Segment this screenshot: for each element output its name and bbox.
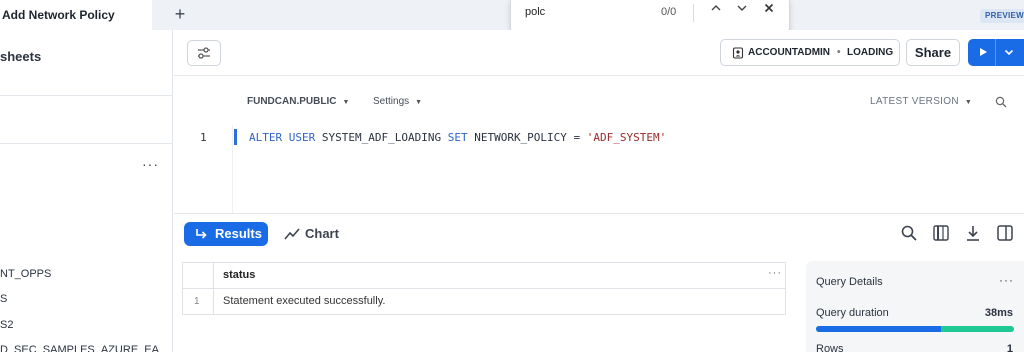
sidebar-section-title[interactable]: sheets <box>0 49 41 64</box>
tab-label: Add Network Policy <box>2 8 115 22</box>
chevron-up-icon <box>711 5 721 11</box>
context-label: FUNDCAN.PUBLIC <box>247 96 337 107</box>
gutter-divider <box>232 125 233 213</box>
return-arrow-icon <box>196 229 207 239</box>
columns-icon[interactable] <box>932 224 950 242</box>
user-badge-icon <box>732 47 744 59</box>
row-number: 1 <box>194 296 200 307</box>
close-find-button[interactable] <box>760 2 778 20</box>
results-toolbar: Results Chart <box>174 213 1024 252</box>
query-details-title: Query Details <box>816 276 883 288</box>
query-duration-value: 38ms <box>984 307 1013 319</box>
run-split-divider <box>995 39 996 66</box>
split-panel-icon[interactable] <box>996 224 1014 242</box>
code-line[interactable]: ALTER USER SYSTEM_ADF_LOADING SET NETWOR… <box>249 131 666 144</box>
sidebar-item[interactable]: S2 <box>0 319 13 331</box>
row-number-divider <box>213 263 214 314</box>
new-tab-button[interactable]: + <box>170 4 190 24</box>
active-line-marker <box>234 129 237 145</box>
separator-dot: • <box>837 47 841 58</box>
tab-add-network-policy[interactable]: Add Network Policy <box>0 0 152 30</box>
chevron-down-icon <box>1004 49 1014 56</box>
warehouse-label: LOADING <box>847 47 894 58</box>
play-icon <box>980 48 987 56</box>
tab-results[interactable]: Results <box>184 222 268 246</box>
query-duration-bar-fill <box>816 326 941 332</box>
code-keyword: SET <box>447 131 468 144</box>
version-selector[interactable]: LATEST VERSION ▼ <box>870 96 972 107</box>
version-label: LATEST VERSION <box>870 96 959 107</box>
find-match-count: 0/0 <box>661 6 677 18</box>
code-string: 'ADF_SYSTEM' <box>586 131 667 144</box>
code-keyword: ALTER USER <box>249 131 316 144</box>
sidebar-item[interactable]: S <box>0 293 7 305</box>
rows-value: 1 <box>1006 343 1013 352</box>
role-label: ACCOUNTADMIN <box>748 47 831 58</box>
query-details-more-button[interactable]: ··· <box>999 273 1014 287</box>
sidebar-divider <box>0 95 173 96</box>
chart-tab-label: Chart <box>305 226 339 241</box>
chevron-down-icon <box>737 5 747 11</box>
find-box: polc 0/0 <box>510 0 790 32</box>
find-input[interactable]: polc <box>525 6 545 18</box>
share-button[interactable]: Share <box>906 39 960 66</box>
sidebar: sheets ··· NT_OPPS S S2 D_SEC_SAMPLES_AZ… <box>0 30 173 352</box>
caret-down-icon: ▼ <box>415 99 423 106</box>
settings-selector[interactable]: Settings ▼ <box>373 96 422 107</box>
search-icon[interactable] <box>995 96 1007 108</box>
previous-match-button[interactable] <box>707 2 725 20</box>
caret-down-icon: ▼ <box>964 99 973 106</box>
role-warehouse-selector[interactable]: ACCOUNTADMIN • LOADING <box>720 39 900 66</box>
code-identifier: SYSTEM_ADF_LOADING <box>321 131 442 144</box>
query-details-panel: Query Details ··· Query duration 38ms Ro… <box>806 261 1024 352</box>
column-menu-button[interactable]: ··· <box>768 267 782 279</box>
line-number: 1 <box>200 131 207 144</box>
search-icon[interactable] <box>900 224 918 242</box>
next-match-button[interactable] <box>733 2 751 20</box>
worksheet-app: Add Network Policy + PREVIEW polc 0/0 sh… <box>0 0 1024 352</box>
results-table: status ··· 1 Statement executed successf… <box>182 262 786 315</box>
context-selector[interactable]: FUNDCAN.PUBLIC ▼ <box>247 96 349 107</box>
caret-down-icon: ▼ <box>342 99 350 106</box>
query-duration-label: Query duration <box>816 307 889 319</box>
preview-badge: PREVIEW <box>980 9 1024 23</box>
results-grid: status ··· 1 Statement executed successf… <box>174 252 804 352</box>
query-details-area: Query Details ··· Query duration 38ms Ro… <box>804 252 1024 352</box>
close-icon <box>764 3 774 13</box>
download-icon[interactable] <box>964 224 982 242</box>
rows-label: Rows <box>816 343 844 352</box>
run-button[interactable] <box>968 39 1024 66</box>
worksheet-toolbar: ACCOUNTADMIN • LOADING Share <box>174 30 1024 76</box>
sidebar-item[interactable]: D_SEC_SAMPLES_AZURE_EA <box>0 344 159 352</box>
find-divider <box>693 4 694 22</box>
query-duration-bar <box>816 326 1014 332</box>
sidebar-item[interactable]: NT_OPPS <box>0 268 51 280</box>
sliders-icon <box>198 47 210 59</box>
table-header-row <box>183 263 785 289</box>
column-header-status[interactable]: status <box>223 269 255 281</box>
filter-button[interactable] <box>187 40 221 66</box>
sidebar-divider <box>0 143 173 144</box>
results-tab-label: Results <box>215 226 262 241</box>
sidebar-more-button[interactable]: ··· <box>142 156 159 172</box>
trend-line-icon <box>284 228 300 240</box>
code-editor[interactable]: 1 ALTER USER SYSTEM_ADF_LOADING SET NETW… <box>174 125 1024 213</box>
settings-label: Settings <box>373 96 410 107</box>
table-cell-status[interactable]: Statement executed successfully. <box>223 295 385 307</box>
editor-header: FUNDCAN.PUBLIC ▼ Settings ▼ LATEST VERSION… <box>174 77 1024 127</box>
code-identifier: NETWORK_POLICY = <box>474 131 581 144</box>
